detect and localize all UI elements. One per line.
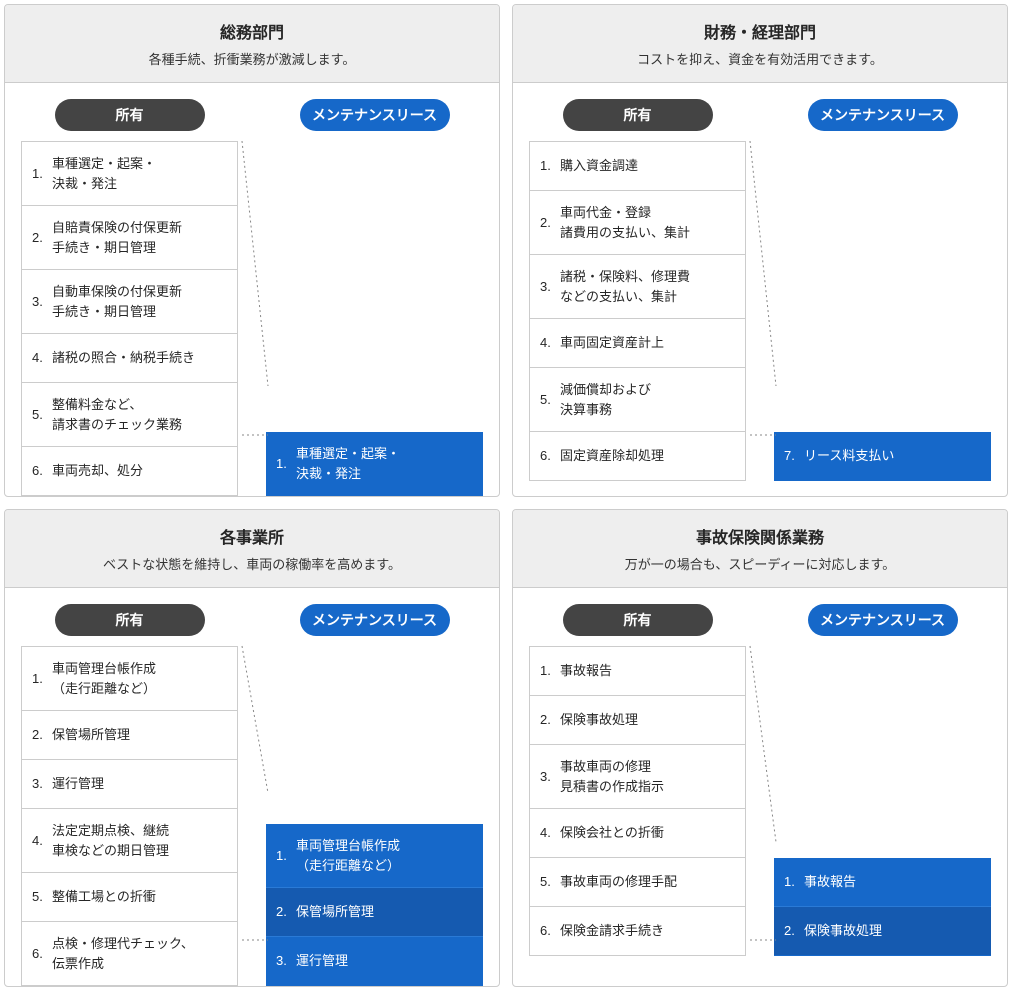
lease-list-item-text: 運行管理 [296,951,348,971]
card-subtitle: コストを抑え、資金を有効活用できます。 [521,49,999,68]
card-body: 所有車種選定・起案・決裁・発注自賠責保険の付保更新手続き・期日管理自動車保険の付… [5,83,499,496]
own-list-item: 保険事故処理 [530,696,745,745]
own-list: 車両管理台帳作成（走行距離など） 保管場所管理運行管理法定定期点検、継続車検などの… [21,646,238,986]
own-list-item-text: 車両売却、処分 [52,461,143,481]
card-body: 所有事故報告保険事故処理事故車両の修理見積書の作成指示保険会社との折衝事故車両の… [513,588,1007,956]
card-title: 事故保険関係業務 [521,524,999,548]
card-subtitle: 各種手続、折衝業務が激減します。 [13,49,491,68]
own-list-item: 整備工場との折衝 [22,873,237,922]
lease-label-pill: メンテナンスリース [300,99,450,131]
own-label-pill: 所有 [563,99,713,131]
card-header: 総務部門各種手続、折衝業務が激減します。 [5,5,499,83]
lease-list-item-text: 車種選定・起案・決裁・発注 [296,444,400,483]
own-list-item: 自動車保険の付保更新手続き・期日管理 [22,270,237,334]
card: 各事業所ベストな状態を維持し、車両の稼働率を高めます。所有車両管理台帳作成（走行… [4,509,500,987]
lease-list-item-text: リース料支払い [804,446,894,466]
own-list-item-text: 購入資金調達 [560,156,638,176]
own-label-pill: 所有 [55,604,205,636]
own-list-item-text: 運行管理 [52,774,104,794]
own-list-item-text: 諸税・保険料、修理費などの支払い、集計 [560,267,690,306]
own-list-item-text: 固定資産除却処理 [560,446,664,466]
own-list-item: 保険金請求手続き [530,907,745,956]
lease-label-pill: メンテナンスリース [300,604,450,636]
own-list-item-text: 減価償却および決算事務 [560,380,651,419]
lease-list: 車両管理台帳作成（走行距離など） 保管場所管理運行管理 [266,824,483,986]
card-subtitle: ベストな状態を維持し、車両の稼働率を高めます。 [13,554,491,573]
own-list-item: 事故車両の修理手配 [530,858,745,907]
own-list-item: 車両管理台帳作成（走行距離など） [22,647,237,711]
own-label-pill: 所有 [563,604,713,636]
own-list-item: 諸税・保険料、修理費などの支払い、集計 [530,255,745,319]
own-list-item-text: 整備料金など、請求書のチェック業務 [52,395,182,434]
own-list-item-text: 自賠責保険の付保更新手続き・期日管理 [52,218,182,257]
own-list-item-text: 保険会社との折衝 [560,823,664,843]
lease-label-pill: メンテナンスリース [808,604,958,636]
own-list-item-text: 事故車両の修理見積書の作成指示 [560,757,664,796]
card: 総務部門各種手続、折衝業務が激減します。所有車種選定・起案・決裁・発注自賠責保険… [4,4,500,497]
lease-list-item: 事故報告 [774,858,991,907]
own-list-item-text: 車両固定資産計上 [560,333,664,353]
lease-list: リース料支払い [774,432,991,481]
own-list-item-text: 車種選定・起案・決裁・発注 [52,154,156,193]
card: 財務・経理部門コストを抑え、資金を有効活用できます。所有購入資金調達車両代金・登… [512,4,1008,497]
card-title: 各事業所 [13,524,491,548]
card-subtitle: 万が一の場合も、スピーディーに対応します。 [521,554,999,573]
lease-list-item-text: 事故報告 [804,872,856,892]
own-list-item: 保険会社との折衝 [530,809,745,858]
own-list-item-text: 自動車保険の付保更新手続き・期日管理 [52,282,182,321]
card-header: 財務・経理部門コストを抑え、資金を有効活用できます。 [513,5,1007,83]
own-list-item-text: 保険事故処理 [560,710,638,730]
own-list-item: 購入資金調達 [530,142,745,191]
own-list-item: 車両代金・登録諸費用の支払い、集計 [530,191,745,255]
card-body: 所有購入資金調達車両代金・登録諸費用の支払い、集計諸税・保険料、修理費などの支払… [513,83,1007,481]
own-list-item: 運行管理 [22,760,237,809]
lease-list: 事故報告保険事故処理 [774,858,991,956]
own-list-item-text: 事故車両の修理手配 [560,872,677,892]
own-list-item-text: 保険金請求手続き [560,921,664,941]
own-list-item-text: 事故報告 [560,661,612,681]
own-list-item: 自賠責保険の付保更新手続き・期日管理 [22,206,237,270]
card-title: 総務部門 [13,19,491,43]
lease-list-item: 運行管理 [266,937,483,986]
card-header: 事故保険関係業務万が一の場合も、スピーディーに対応します。 [513,510,1007,588]
own-list: 事故報告保険事故処理事故車両の修理見積書の作成指示保険会社との折衝事故車両の修理… [529,646,746,956]
card-body: 所有車両管理台帳作成（走行距離など）保管場所管理運行管理法定定期点検、継続車検な… [5,588,499,986]
own-list-item: 車両固定資産計上 [530,319,745,368]
card-title: 財務・経理部門 [521,19,999,43]
own-list-item: 事故報告 [530,647,745,696]
own-list-item: 固定資産除却処理 [530,432,745,481]
own-list-item-text: 保管場所管理 [52,725,130,745]
lease-list-item: 車両管理台帳作成（走行距離など） [266,824,483,888]
own-list-item: 事故車両の修理見積書の作成指示 [530,745,745,809]
lease-label-pill: メンテナンスリース [808,99,958,131]
lease-list-item: 保険事故処理 [774,907,991,956]
own-list-item: 諸税の照合・納税手続き [22,334,237,383]
lease-list: 車種選定・起案・決裁・発注 [266,432,483,496]
own-list-item: 車種選定・起案・決裁・発注 [22,142,237,206]
lease-list-item: 保管場所管理 [266,888,483,937]
own-list-item: 点検・修理代チェック、伝票作成 [22,922,237,986]
card-header: 各事業所ベストな状態を維持し、車両の稼働率を高めます。 [5,510,499,588]
own-list-item: 整備料金など、請求書のチェック業務 [22,383,237,447]
own-label-pill: 所有 [55,99,205,131]
own-list-item: 保管場所管理 [22,711,237,760]
own-list: 車種選定・起案・決裁・発注自賠責保険の付保更新手続き・期日管理自動車保険の付保更… [21,141,238,496]
lease-list-item-text: 保険事故処理 [804,921,882,941]
lease-list-item: 車種選定・起案・決裁・発注 [266,432,483,496]
own-list-item-text: 諸税の照合・納税手続き [52,348,195,368]
own-list-item-text: 整備工場との折衝 [52,887,156,907]
own-list-item-text: 車両管理台帳作成（走行距離など） [52,659,156,698]
lease-list-item-text: 車両管理台帳作成（走行距離など） [296,836,400,875]
own-list-item-text: 法定定期点検、継続車検などの期日管理 [52,821,169,860]
own-list: 購入資金調達車両代金・登録諸費用の支払い、集計諸税・保険料、修理費などの支払い、… [529,141,746,481]
own-list-item: 法定定期点検、継続車検などの期日管理 [22,809,237,873]
own-list-item: 減価償却および決算事務 [530,368,745,432]
card: 事故保険関係業務万が一の場合も、スピーディーに対応します。所有事故報告保険事故処… [512,509,1008,987]
own-list-item-text: 車両代金・登録諸費用の支払い、集計 [560,203,690,242]
own-list-item: 車両売却、処分 [22,447,237,496]
lease-list-item-text: 保管場所管理 [296,902,374,922]
own-list-item-text: 点検・修理代チェック、伝票作成 [52,934,194,973]
lease-list-item: リース料支払い [774,432,991,481]
